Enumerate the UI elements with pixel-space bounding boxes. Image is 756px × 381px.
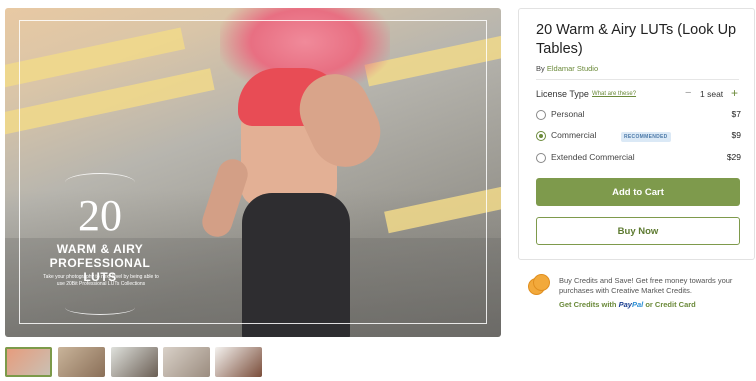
overlay-number: 20 (78, 191, 122, 240)
license-help-link[interactable]: What are these? (592, 91, 636, 97)
product-main-image[interactable]: 20 WARM & AIRY PROFESSIONAL LUTS Take yo… (5, 8, 501, 337)
coins-icon (528, 274, 550, 296)
credits-link-suffix: or Credit Card (645, 300, 696, 309)
license-option-label: Commercial (551, 130, 597, 140)
license-option-extended-commercial[interactable]: Extended Commercial $29 (536, 151, 741, 165)
license-type-label: License Type (536, 89, 589, 99)
license-option-personal[interactable]: Personal $7 (536, 108, 741, 122)
seat-count: 1 seat (700, 89, 724, 99)
license-option-price: $29 (726, 152, 741, 162)
product-title: 20 Warm & Airy LUTs (Look Up Tables) (536, 22, 737, 57)
decorative-swirl (65, 300, 135, 315)
divider (536, 79, 739, 80)
decorative-swirl (65, 173, 135, 192)
buy-now-button[interactable]: Buy Now (536, 217, 740, 245)
overlay-title-line1: WARM & AIRY (56, 242, 144, 256)
seat-decrease-button[interactable]: − (685, 87, 691, 99)
license-option-label: Extended Commercial (551, 152, 635, 162)
recommended-badge: RECOMMENDED (621, 132, 671, 142)
radio-button[interactable] (536, 153, 546, 163)
author-link[interactable]: Eldamar Studio (547, 64, 598, 73)
credits-promo-text: Buy Credits and Save! Get free money tow… (559, 276, 733, 295)
overlay-subtitle: Take your photography to next level by b… (43, 274, 159, 287)
credits-link-prefix: Get Credits with (559, 300, 617, 309)
paypal-logo-part2: Pal (631, 300, 644, 309)
thumbnail-5[interactable] (215, 347, 262, 377)
radio-button[interactable] (536, 110, 546, 120)
license-option-price: $7 (731, 109, 741, 119)
license-option-commercial[interactable]: Commercial RECOMMENDED $9 (536, 129, 741, 143)
license-option-label: Personal (551, 109, 585, 119)
thumbnail-2[interactable] (58, 347, 105, 377)
add-to-cart-button[interactable]: Add to Cart (536, 178, 740, 206)
license-option-price: $9 (731, 130, 741, 140)
radio-button-selected[interactable] (536, 131, 546, 141)
purchase-card: 20 Warm & Airy LUTs (Look Up Tables) By … (518, 8, 755, 260)
thumbnail-4[interactable] (163, 347, 210, 377)
paypal-logo-part1: Pay (618, 300, 632, 309)
by-prefix: By (536, 64, 545, 73)
seat-increase-button[interactable]: + (731, 86, 738, 100)
author-line: By Eldamar Studio (536, 64, 598, 73)
thumbnail-3[interactable] (111, 347, 158, 377)
thumbnail-1[interactable] (5, 347, 52, 377)
get-credits-link[interactable]: Get Credits with PayPal or Credit Card (559, 300, 696, 309)
